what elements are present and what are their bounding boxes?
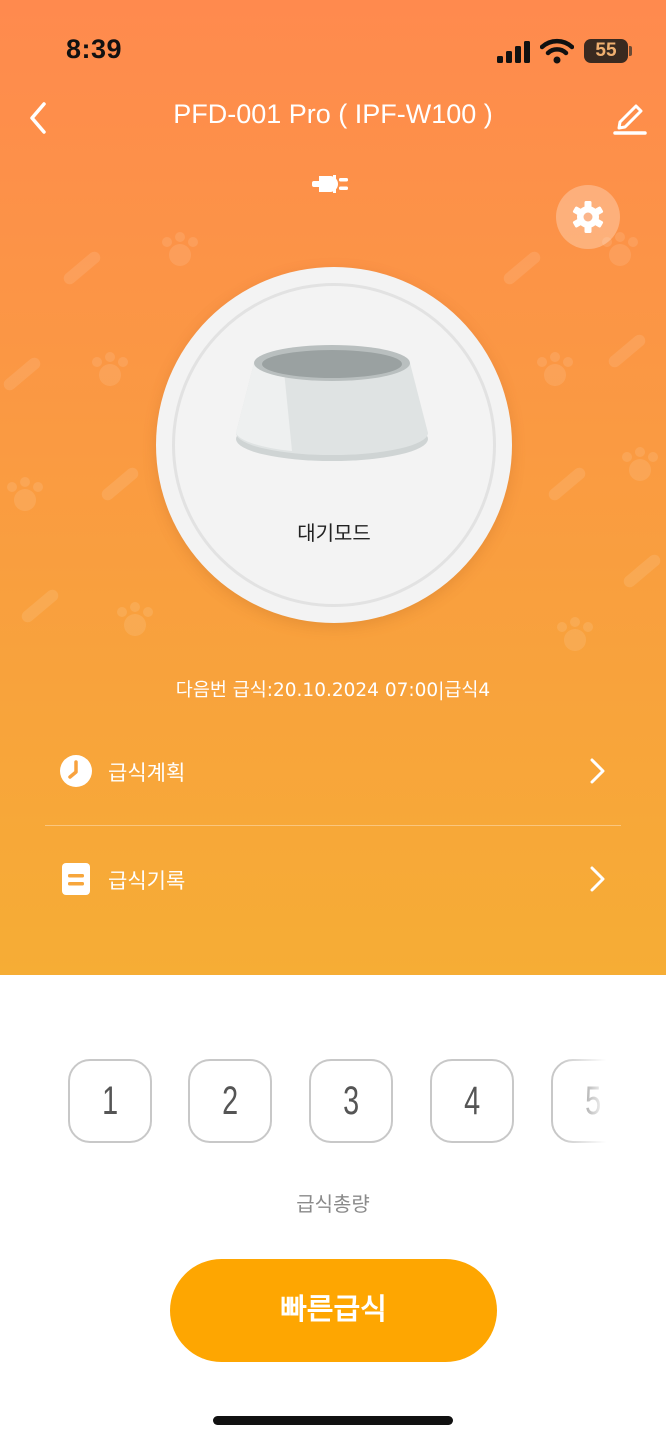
food-bowl-image (236, 345, 428, 461)
feeding-plan-row[interactable]: 급식계획 (45, 720, 621, 820)
device-hero-panel: 8:39 55 PFD-001 Pro ( IPF-W100 ) 대기모드 다음… (0, 0, 666, 975)
feeder-status-circle: 대기모드 (156, 267, 512, 623)
settings-button[interactable] (556, 185, 620, 249)
chevron-right-icon (590, 866, 605, 892)
device-title: PFD-001 Pro ( IPF-W100 ) (173, 99, 493, 129)
total-amount-label: 급식총량 (296, 1192, 370, 1216)
status-time: 8:39 (66, 34, 123, 64)
quick-feed-button[interactable]: 빠른급식 (170, 1259, 497, 1362)
portion-number: 4 (463, 1079, 481, 1123)
feeding-log-label: 급식기록 (108, 869, 186, 893)
back-arrow-icon[interactable] (20, 96, 60, 140)
device-mode-label: 대기모드 (297, 521, 371, 545)
portion-option-1[interactable]: 1 (68, 1059, 152, 1143)
clock-icon (60, 755, 92, 787)
portion-number: 3 (342, 1079, 360, 1123)
cellular-signal-icon (497, 41, 530, 63)
scroll-fade (560, 1057, 606, 1147)
feeding-plan-label: 급식계획 (108, 761, 186, 785)
edit-pencil-icon[interactable] (608, 98, 650, 138)
menu-divider (45, 825, 621, 826)
portion-selector: 1 2 3 4 5 (0, 1057, 606, 1147)
list-icon (62, 863, 90, 895)
portion-number: 1 (101, 1079, 119, 1123)
portion-option-2[interactable]: 2 (188, 1059, 272, 1143)
battery-tip (629, 46, 632, 56)
portion-option-3[interactable]: 3 (309, 1059, 393, 1143)
portion-number: 2 (221, 1079, 239, 1123)
portion-option-4[interactable]: 4 (430, 1059, 514, 1143)
power-plug-icon (312, 175, 348, 193)
feeding-log-row[interactable]: 급식기록 (45, 828, 621, 928)
chevron-right-icon (590, 758, 605, 784)
gear-icon (572, 201, 604, 233)
next-feeding-info: 다음번 급식:20.10.2024 07:00|급식4 (175, 680, 491, 701)
wifi-icon (540, 38, 574, 64)
home-indicator[interactable] (213, 1416, 453, 1425)
battery-indicator: 55 (584, 39, 628, 63)
